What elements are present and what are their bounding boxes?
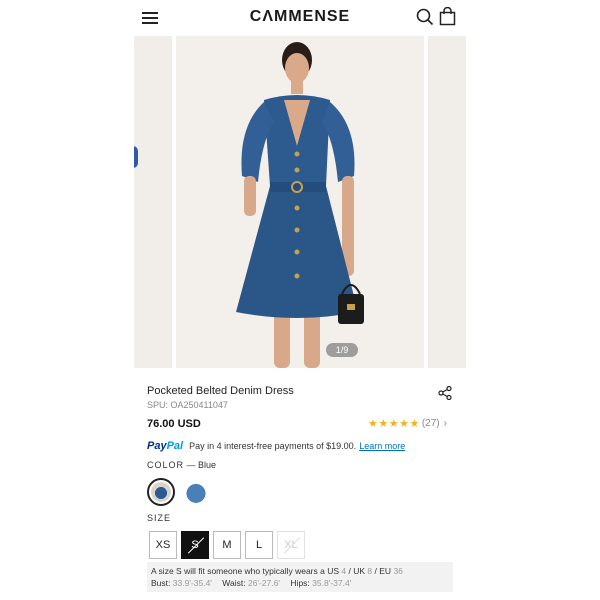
size-option-s[interactable]: S — [181, 531, 209, 559]
size-fit-info: A size S will fit someone who typically … — [147, 562, 453, 592]
top-header: CΛMMENSE — [134, 0, 466, 36]
size-option-m[interactable]: M — [213, 531, 241, 559]
size-option-xl[interactable]: XL — [277, 531, 305, 559]
fit-conversion: A size S will fit someone who typically … — [151, 566, 403, 576]
paypal-text: Pay in 4 interest-free payments of $19.0… — [189, 441, 357, 451]
product-price: 76.00 USD — [147, 418, 201, 430]
chevron-right-icon: › — [443, 418, 447, 429]
image-counter: 1/9 — [326, 343, 358, 357]
size-selector: XS S M L XL — [149, 531, 305, 559]
share-icon[interactable] — [438, 386, 452, 400]
paypal-installments: PayPal Pay in 4 interest-free payments o… — [147, 440, 405, 452]
rating-stars-icon: ★★★★★ — [368, 418, 420, 430]
product-rating[interactable]: ★★★★★ (27) › — [368, 417, 447, 430]
color-swatch-light-blue[interactable] — [182, 478, 210, 506]
product-title: Pocketed Belted Denim Dress — [147, 385, 294, 397]
rating-count: (27) — [421, 418, 440, 429]
color-swatch-blue-selected[interactable] — [147, 478, 175, 506]
product-photo[interactable]: 1/9 — [176, 36, 424, 368]
size-option-l[interactable]: L — [245, 531, 273, 559]
learn-more-link[interactable]: Learn more — [359, 441, 405, 451]
product-image-gallery[interactable]: 1/9 — [134, 36, 466, 368]
color-value: Blue — [198, 460, 217, 470]
carousel-edge-indicator — [134, 146, 138, 168]
size-option-xs[interactable]: XS — [149, 531, 177, 559]
fit-measurements: Bust: 33.9'-35.4' Waist: 26'-27.6' Hips:… — [151, 578, 352, 588]
previous-image-peek[interactable] — [134, 36, 172, 368]
color-label: COLOR — Blue — [147, 460, 217, 470]
next-image-peek[interactable] — [428, 36, 466, 368]
paypal-logo: PayPal — [147, 440, 184, 452]
model-wearing-dress-image — [236, 42, 364, 368]
product-page: CΛMMENSE 1/9 Pocketed Belted Denim Dress… — [134, 0, 466, 600]
shopping-bag-icon[interactable] — [439, 7, 456, 26]
size-label: SIZE — [147, 513, 172, 523]
search-icon[interactable] — [416, 8, 434, 26]
product-spu: SPU: OA250411047 — [147, 400, 228, 410]
